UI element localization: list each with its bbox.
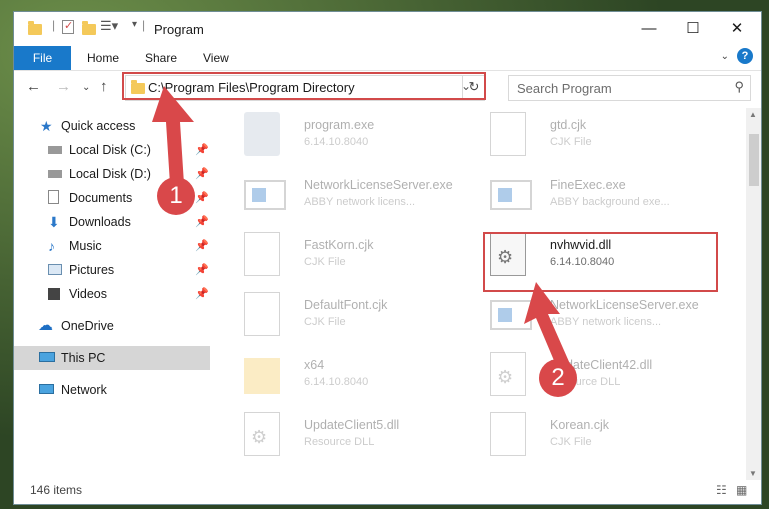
list-item[interactable]: DefaultFont.cjk CJK File [232, 290, 472, 346]
properties-icon[interactable]: ✓ [62, 20, 74, 34]
sidebar-item-music[interactable]: ♪ Music 📌 [14, 234, 210, 258]
application-icon [490, 300, 532, 330]
large-icons-view-icon[interactable]: ▦ [736, 483, 747, 497]
back-icon[interactable]: ← [26, 78, 41, 95]
pin-icon: 📌 [195, 288, 209, 300]
pin-icon: 📌 [195, 240, 209, 252]
maximize-button[interactable]: ☐ [678, 18, 708, 40]
gear-icon: ⚙ [244, 412, 280, 456]
sidebar-item-network[interactable]: Network [14, 378, 210, 402]
scrollbar-thumb[interactable] [749, 134, 759, 186]
folder-icon [28, 21, 42, 35]
window-title: Program [154, 22, 204, 37]
cloud-icon: ☁ [38, 317, 53, 334]
tab-file[interactable]: File [14, 46, 71, 70]
scroll-up-icon[interactable]: ▲ [749, 110, 757, 119]
pin-icon: 📌 [195, 264, 209, 276]
customize-toolbar-icon[interactable]: ☰▾ [100, 18, 118, 34]
file-icon [490, 412, 526, 456]
pin-icon: 📌 [195, 144, 209, 156]
step-marker-1: 1 [157, 177, 195, 215]
documents-icon [48, 190, 59, 204]
pin-icon: 📌 [195, 168, 209, 180]
minimize-icon: — [641, 20, 657, 37]
sidebar-item-videos[interactable]: Videos 📌 [14, 282, 210, 306]
details-view-icon[interactable]: ☷ [716, 483, 727, 497]
scroll-down-icon[interactable]: ▼ [749, 469, 757, 478]
list-item[interactable]: x64 6.14.10.8040 [232, 350, 472, 406]
step-marker-2: 2 [539, 359, 577, 397]
pin-icon: 📌 [195, 216, 209, 228]
separator: | [52, 18, 56, 32]
ribbon-tabs: File Home Share View ⌄ ? [14, 46, 761, 71]
search-placeholder: Search Program [517, 81, 612, 96]
drive-icon [48, 146, 62, 154]
title-bar: | ✓ ☰▾ ▾ | Program — ☐ ✕ [14, 12, 761, 46]
sidebar-item-this-pc[interactable]: This PC [14, 346, 210, 370]
file-icon [244, 292, 280, 336]
file-list: program.exe 6.14.10.8040 gtd.cjk CJK Fil… [222, 108, 746, 478]
computer-icon [39, 352, 55, 362]
refresh-icon[interactable]: ↻ [462, 75, 485, 99]
navigation-pane: ★ Quick access Local Disk (C:) 📌 Local D… [14, 108, 210, 468]
pictures-icon [48, 264, 62, 275]
sidebar-item-pictures[interactable]: Pictures 📌 [14, 258, 210, 282]
list-item[interactable]: NetworkLicenseServer.exe ABBY network li… [232, 170, 472, 226]
list-item[interactable]: FastKorn.cjk CJK File [232, 230, 472, 286]
download-icon: ⬇ [48, 214, 60, 230]
address-path: C:\Program Files\Program Directory [148, 80, 355, 95]
drive-icon [48, 170, 62, 178]
application-icon [490, 180, 532, 210]
navigation-bar: ← → ⌄ ↑ C:\Program Files\Program Directo… [14, 70, 761, 104]
close-icon: ✕ [730, 20, 744, 37]
sidebar-item-local-disk-c[interactable]: Local Disk (C:) 📌 [14, 138, 210, 162]
tab-home[interactable]: Home [87, 46, 119, 70]
music-icon: ♪ [48, 238, 55, 254]
up-icon[interactable]: ↑ [100, 78, 108, 95]
network-icon [39, 384, 54, 394]
gear-icon: ⚙ [490, 352, 526, 396]
folder-icon [131, 80, 145, 94]
folder-icon [244, 358, 280, 394]
vertical-scrollbar[interactable]: ▲ ▼ [746, 108, 761, 480]
minimize-button[interactable]: — [634, 18, 664, 40]
search-input[interactable]: Search Program ⚲ [508, 75, 751, 101]
help-icon[interactable]: ? [737, 48, 753, 64]
video-icon [48, 288, 60, 300]
file-icon [244, 232, 280, 276]
file-highlight [483, 232, 718, 292]
application-icon [244, 180, 286, 210]
forward-icon[interactable]: → [56, 78, 71, 95]
setup-exe-icon [244, 112, 280, 156]
new-folder-icon[interactable] [82, 21, 96, 35]
list-item[interactable]: NetworkLicenseServer.exe ABBY network li… [478, 290, 718, 346]
sidebar-item-onedrive[interactable]: ☁ OneDrive [14, 314, 210, 338]
pin-icon: 📌 [195, 192, 209, 204]
item-count: 146 items [30, 483, 83, 497]
list-item[interactable]: gtd.cjk CJK File [478, 110, 718, 166]
list-item[interactable]: FineExec.exe ABBY background exe... [478, 170, 718, 226]
expand-ribbon-icon[interactable]: ⌄ [721, 51, 729, 62]
list-item[interactable]: Korean.cjk CJK File [478, 410, 718, 466]
close-button[interactable]: ✕ [722, 18, 752, 40]
separator: | [142, 18, 146, 32]
maximize-icon: ☐ [686, 20, 700, 37]
file-icon [490, 112, 526, 156]
chevron-down-icon[interactable]: ▾ [132, 19, 137, 30]
status-bar: 146 items ☷ ▦ [14, 479, 761, 503]
file-explorer-window: | ✓ ☰▾ ▾ | Program — ☐ ✕ File Home Share… [14, 12, 761, 504]
list-item[interactable]: ⚙ UpdateClient5.dll Resource DLL [232, 410, 472, 466]
tab-share[interactable]: Share [145, 46, 177, 70]
star-icon: ★ [40, 118, 53, 134]
list-item[interactable]: ⚙ UpdateClient42.dll Resource DLL [478, 350, 718, 406]
recent-locations-icon[interactable]: ⌄ [82, 82, 90, 93]
search-icon: ⚲ [734, 79, 744, 94]
address-bar[interactable]: C:\Program Files\Program Directory ⌄ ↻ [125, 75, 485, 101]
tab-view[interactable]: View [203, 46, 229, 70]
list-item[interactable]: program.exe 6.14.10.8040 [232, 110, 472, 166]
sidebar-item-quick-access[interactable]: ★ Quick access [14, 114, 210, 138]
